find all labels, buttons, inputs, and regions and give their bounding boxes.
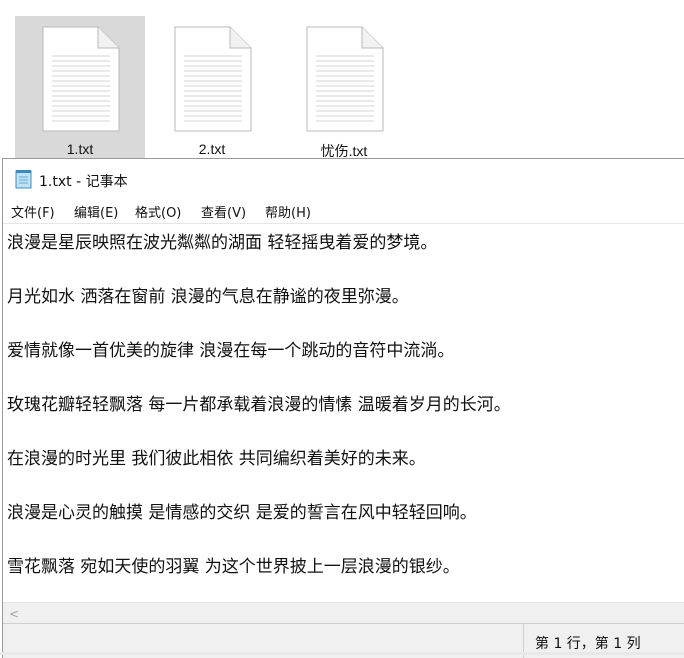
notepad-icon bbox=[15, 170, 32, 189]
desktop: 1.txt 2.txt 忧伤.txt 1.txt - 记事本 文件(F) 编辑(… bbox=[0, 0, 684, 658]
text-editor[interactable]: 浪漫是星辰映照在波光粼粼的湖面 轻轻摇曳着爱的梦境。 月光如水 洒落在窗前 浪漫… bbox=[3, 223, 684, 602]
text-line: 月光如水 洒落在窗前 浪漫的气息在静谧的夜里弥漫。 bbox=[7, 287, 409, 307]
menu-format[interactable]: 格式(O) bbox=[133, 202, 183, 221]
text-line: 爱情就像一首优美的旋律 浪漫在每一个跳动的音符中流淌。 bbox=[7, 341, 455, 361]
menu-edit[interactable]: 编辑(E) bbox=[72, 202, 120, 221]
text-line: 在浪漫的时光里 我们彼此相依 共同编织着美好的未来。 bbox=[7, 449, 426, 469]
desktop-file-2[interactable]: 2.txt bbox=[147, 16, 277, 162]
desktop-file-1[interactable]: 1.txt bbox=[15, 16, 145, 162]
notepad-window: 1.txt - 记事本 文件(F) 编辑(E) 格式(O) 查看(V) 帮助(H… bbox=[2, 158, 684, 658]
menu-file[interactable]: 文件(F) bbox=[9, 202, 57, 221]
text-file-icon bbox=[306, 26, 384, 132]
desktop-file-3[interactable]: 忧伤.txt bbox=[279, 16, 409, 162]
cursor-position: 第 1 行，第 1 列 bbox=[535, 636, 641, 652]
text-line: 雪花飘落 宛如天使的羽翼 为这个世界披上一层浪漫的银纱。 bbox=[7, 557, 460, 577]
window-title: 1.txt - 记事本 bbox=[39, 174, 128, 190]
text-file-icon bbox=[42, 26, 120, 132]
menu-bar: 文件(F) 编辑(E) 格式(O) 查看(V) 帮助(H) bbox=[3, 199, 684, 221]
text-line: 浪漫是心灵的触摸 是情感的交织 是爱的誓言在风中轻轻回响。 bbox=[7, 503, 477, 523]
scroll-left-arrow-icon[interactable]: < bbox=[9, 607, 19, 621]
title-bar[interactable]: 1.txt - 记事本 bbox=[3, 159, 684, 199]
menu-view[interactable]: 查看(V) bbox=[199, 202, 248, 221]
menu-help[interactable]: 帮助(H) bbox=[263, 202, 313, 221]
file-name-label: 2.txt bbox=[198, 141, 226, 157]
horizontal-scrollbar[interactable]: < bbox=[3, 602, 684, 623]
text-line: 浪漫是星辰映照在波光粼粼的湖面 轻轻摇曳着爱的梦境。 bbox=[7, 233, 438, 253]
text-line: 玫瑰花瓣轻轻飘落 每一片都承载着浪漫的情愫 温暖着岁月的长河。 bbox=[7, 395, 511, 415]
file-name-label: 1.txt bbox=[66, 141, 94, 157]
text-file-icon bbox=[174, 26, 252, 132]
